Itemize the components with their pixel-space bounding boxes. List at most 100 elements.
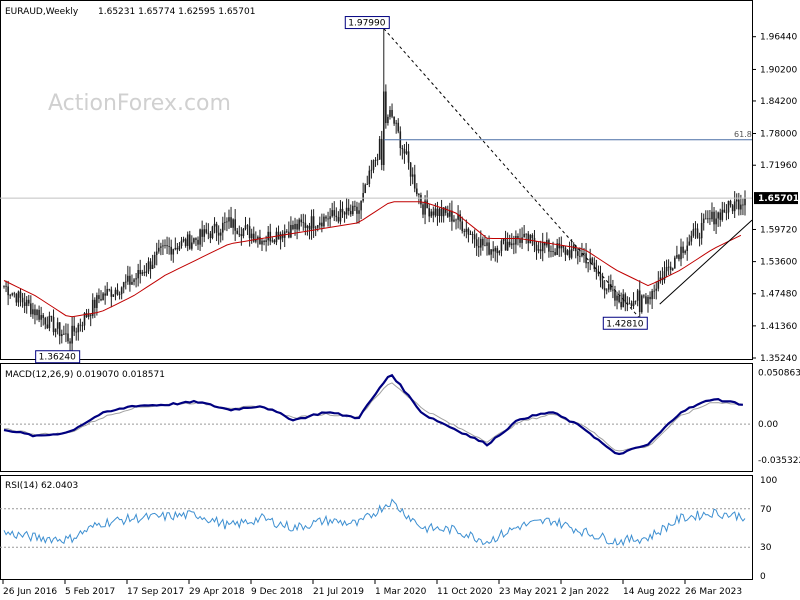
candle-body	[314, 227, 317, 229]
macd-layer	[0, 373, 752, 456]
candle-body	[667, 266, 670, 268]
annotations-layer: 61.8 1.97990 1.36240 1.42810	[35, 16, 752, 364]
candle-body	[327, 218, 329, 220]
xtick-label: 26 Mar 2023	[685, 587, 742, 597]
candle-body	[19, 291, 22, 298]
candle-body	[428, 208, 430, 217]
candle-body	[453, 219, 455, 222]
candle-body	[271, 240, 274, 242]
candle-body	[492, 249, 494, 252]
candle-body	[191, 242, 193, 249]
main-ytick-label: 1.78000	[760, 130, 797, 140]
candle-body	[506, 241, 509, 251]
candle-body	[391, 109, 393, 117]
candle-body	[360, 200, 362, 211]
candle-body	[21, 297, 24, 303]
rsi-ytick-label: 100	[760, 476, 777, 486]
candle-body	[248, 226, 251, 239]
candle-body	[213, 223, 216, 227]
candle-body	[184, 239, 187, 246]
candle-body	[44, 317, 47, 325]
main-ohlc-label: 1.65231 1.65774 1.62595 1.65701	[98, 7, 255, 17]
candle-body	[240, 234, 243, 237]
candle-body	[657, 281, 660, 289]
candle-body	[211, 226, 214, 239]
candle-body	[186, 234, 189, 246]
candle-body	[170, 246, 172, 255]
candle-body	[475, 239, 478, 247]
candle-body	[663, 271, 666, 281]
xtick-label: 23 May 2021	[499, 587, 558, 597]
candle-body	[234, 219, 236, 231]
candle-body	[285, 231, 288, 233]
candle-body	[333, 210, 336, 216]
candle-body	[5, 285, 7, 287]
candle-body	[166, 245, 168, 247]
rsi-layer	[0, 498, 752, 548]
candle-body	[197, 239, 199, 245]
candle-body	[349, 211, 352, 215]
candle-body	[120, 287, 123, 295]
candle-body	[558, 243, 561, 249]
candle-body	[339, 208, 342, 222]
candle-body	[242, 228, 245, 237]
candle-body	[137, 270, 139, 279]
candle-body	[230, 217, 232, 228]
candle-body	[98, 295, 100, 299]
candle-body	[589, 258, 591, 263]
candle-body	[81, 325, 84, 327]
candle-body	[298, 219, 300, 230]
rsi-line	[3, 498, 746, 547]
candle-body	[38, 309, 40, 320]
candle-body	[9, 294, 11, 296]
candle-body	[704, 218, 707, 220]
candle-body	[436, 208, 439, 216]
candle-body	[515, 236, 517, 245]
candle-body	[711, 211, 713, 220]
candle-body	[634, 300, 637, 302]
candle-body	[347, 207, 350, 212]
candle-body	[508, 241, 511, 246]
candle-body	[331, 210, 333, 217]
candle-body	[147, 261, 150, 272]
candle-body	[79, 324, 82, 326]
rsi-ytick-label: 30	[760, 543, 772, 553]
candle-body	[738, 199, 740, 210]
main-ytick-label: 1.47480	[760, 290, 797, 300]
macd-ytick-label: -0.035322	[758, 456, 800, 466]
candle-body	[591, 258, 594, 263]
candle-body	[56, 322, 59, 329]
xtick-label: 2 Jan 2022	[561, 587, 609, 597]
candle-body	[319, 222, 321, 226]
candle-body	[201, 229, 203, 237]
candle-body	[698, 237, 701, 239]
candle-body	[486, 242, 488, 246]
candle-body	[203, 229, 206, 237]
candle-body	[432, 211, 435, 216]
candle-body	[387, 116, 389, 124]
candle-body	[490, 249, 492, 255]
candle-body	[273, 240, 276, 243]
rising-trendline	[659, 219, 753, 305]
candle-body	[54, 328, 57, 333]
candle-body	[430, 211, 433, 217]
candle-body	[106, 288, 109, 296]
candle-body	[215, 223, 218, 233]
candle-body	[228, 217, 230, 222]
candle-body	[684, 251, 686, 253]
candle-body	[669, 266, 672, 270]
candle-body	[323, 216, 325, 227]
candle-body	[17, 291, 20, 303]
candle-body	[471, 234, 474, 235]
candle-body	[740, 204, 742, 210]
candle-body	[537, 249, 540, 251]
main-ytick-label: 1.96440	[760, 33, 797, 43]
candle-body	[209, 233, 212, 239]
xtick-label: 9 Dec 2018	[251, 587, 303, 597]
candle-body	[32, 309, 34, 315]
candle-body	[372, 160, 375, 170]
candle-body	[735, 199, 738, 202]
candle-body	[473, 234, 476, 240]
candle-body	[686, 245, 689, 252]
candle-body	[674, 257, 676, 269]
